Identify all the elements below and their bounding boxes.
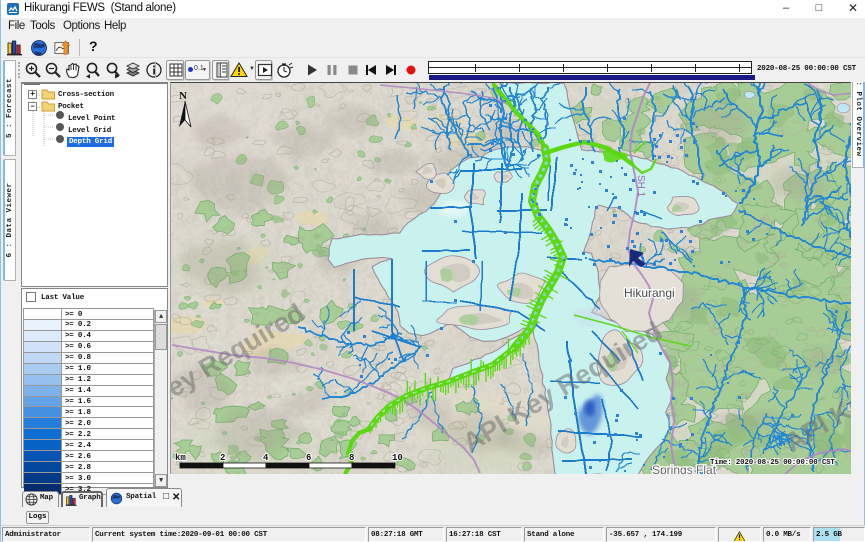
svg-text:8: 8 bbox=[349, 453, 354, 463]
svg-text:km: km bbox=[175, 453, 186, 463]
svg-text:6: 6 bbox=[306, 453, 311, 463]
svg-text:4: 4 bbox=[263, 453, 269, 463]
svg-text:10: 10 bbox=[392, 453, 403, 463]
svg-text:Time: 2020-08-25 00:00:00 CST: Time: 2020-08-25 00:00:00 CST bbox=[710, 459, 835, 467]
svg-text:SH 1: SH 1 bbox=[635, 175, 646, 198]
svg-text:N: N bbox=[179, 90, 187, 102]
svg-text:2: 2 bbox=[220, 453, 225, 463]
svg-text:Hikurangi: Hikurangi bbox=[624, 286, 675, 300]
svg-text:Springs Flat: Springs Flat bbox=[652, 463, 717, 474]
